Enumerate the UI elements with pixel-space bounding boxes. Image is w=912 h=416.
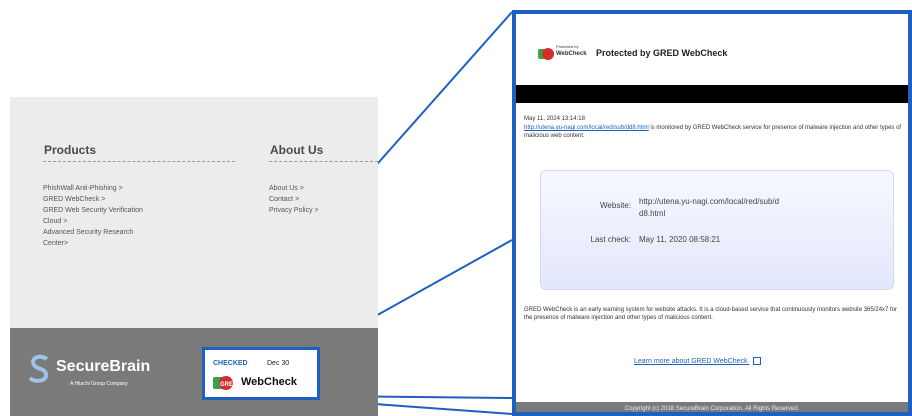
footer-link-phishwall[interactable]: PhishWall Anti-Phishing > <box>43 183 123 194</box>
external-link-icon <box>753 357 762 365</box>
about-divider <box>269 161 378 162</box>
popup-copyright: Copyright (c) 2018 SecureBrain Corporati… <box>516 402 908 412</box>
badge-checked-label: CHECKED <box>213 360 248 367</box>
popup-url-link[interactable]: http://utena.yu-nagi.com/local/red/sub/d… <box>524 125 649 131</box>
popup-description: GRED WebCheck is an early warning system… <box>524 307 898 321</box>
footer-link-cloud[interactable]: Cloud > <box>43 216 67 227</box>
website-label: Website: <box>600 201 631 210</box>
popup-timestamp: May 11, 2024 13:14:18 <box>524 116 585 122</box>
learn-more-link[interactable]: Learn more about GRED WebCheck <box>634 357 762 365</box>
securebrain-logo[interactable]: SecureBrain A Hitachi Group Company <box>28 352 188 397</box>
popup-title: Protected by GRED WebCheck <box>596 48 728 58</box>
webcheck-popup: Protected by WebCheck Protected by GRED … <box>512 10 912 416</box>
learn-more-text: Learn more about GRED WebCheck <box>634 357 748 365</box>
website-value-line1: http://utena.yu-nagi.com/local/red/sub/d <box>639 197 780 206</box>
badge-date: Dec 30 <box>267 360 290 367</box>
popup-message: http://utena.yu-nagi.com/local/red/sub/d… <box>524 124 904 140</box>
footer-link-research[interactable]: Advanced Security Research <box>43 227 133 238</box>
footer-link-center[interactable]: Center> <box>43 238 68 249</box>
footer-link-webcheck[interactable]: GRED WebCheck > <box>43 194 105 205</box>
popup-logo: Protected by WebCheck <box>538 42 588 64</box>
gred-logo-icon: GRED <box>213 376 238 390</box>
products-heading: Products <box>44 143 97 157</box>
footer-link-contact[interactable]: Contact > <box>269 194 299 205</box>
popup-header-bar <box>516 85 908 103</box>
footer-link-privacy[interactable]: Privacy Policy > <box>269 205 319 216</box>
popup-logo-top: Protected by <box>556 44 579 49</box>
popup-logo-name: WebCheck <box>556 51 587 57</box>
footer-link-about[interactable]: About Us > <box>269 183 304 194</box>
last-check-label: Last check: <box>590 235 631 244</box>
about-heading: About Us <box>270 143 324 157</box>
footer-link-verification[interactable]: GRED Web Security Verification <box>43 205 143 216</box>
popup-info-box: Website: http://utena.yu-nagi.com/local/… <box>540 170 894 290</box>
last-check-value: May 11, 2020 08:58:21 <box>639 235 721 244</box>
gred-logo-text: GRED <box>220 382 238 388</box>
webcheck-badge[interactable]: CHECKED Dec 30 GRED WebCheck <box>202 347 320 400</box>
products-divider <box>43 161 235 162</box>
securebrain-s-icon <box>28 354 49 383</box>
securebrain-subtitle: A Hitachi Group Company <box>70 381 128 387</box>
popup-gred-icon <box>538 48 554 60</box>
securebrain-name: SecureBrain <box>56 358 151 375</box>
badge-product: WebCheck <box>241 376 298 388</box>
website-value-line2: d8.html <box>639 209 666 218</box>
